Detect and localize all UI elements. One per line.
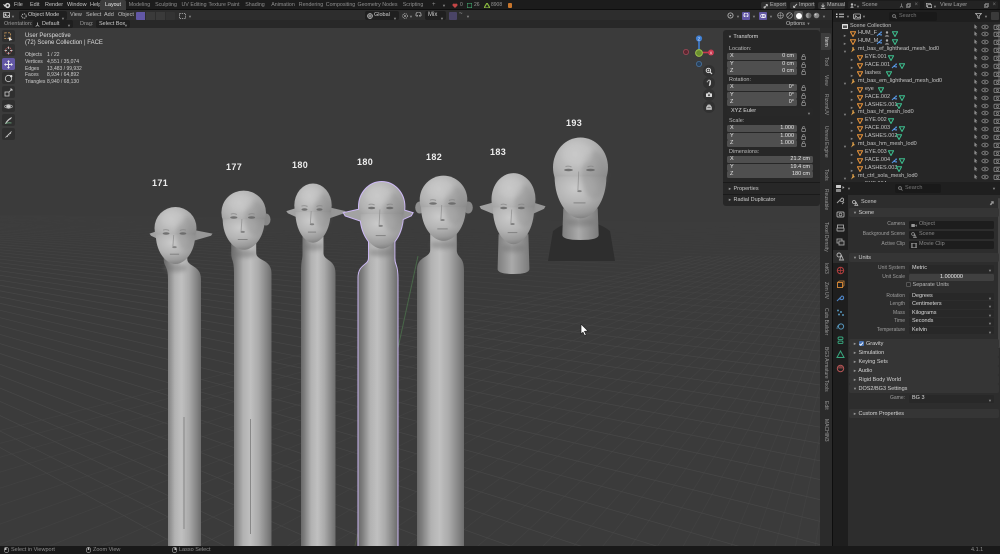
- svg-text:X: X: [709, 51, 712, 56]
- svg-text:Z: Z: [698, 37, 701, 42]
